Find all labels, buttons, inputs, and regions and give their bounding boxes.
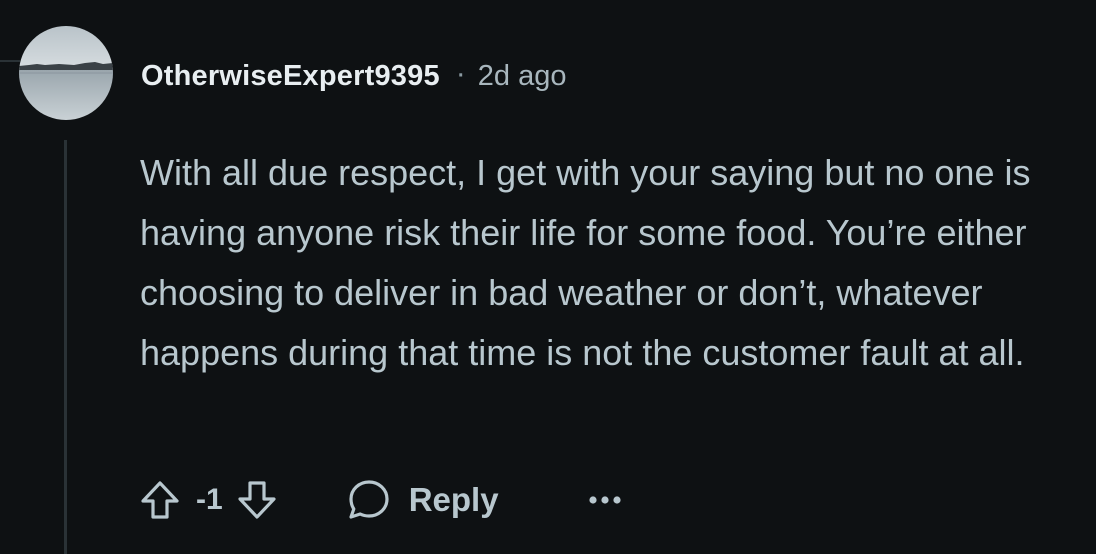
- arrow-down-outline-icon: [238, 481, 276, 519]
- upvote-button[interactable]: [138, 478, 182, 522]
- comment-actions: -1 Reply: [138, 474, 623, 526]
- vote-count: -1: [196, 483, 223, 516]
- speech-bubble-icon: [349, 480, 389, 519]
- more-options-button[interactable]: [587, 494, 623, 506]
- lake-landscape-avatar-image: [19, 26, 113, 120]
- username-link[interactable]: OtherwiseExpert9395: [141, 60, 440, 93]
- reply-button[interactable]: Reply: [345, 476, 499, 524]
- comment-age: 2d ago: [477, 59, 567, 92]
- arrow-up-outline-icon: [141, 481, 179, 519]
- avatar[interactable]: [19, 26, 113, 120]
- downvote-button[interactable]: [235, 478, 279, 522]
- thread-line[interactable]: [64, 140, 67, 554]
- comment-body: With all due respect, I get with your sa…: [140, 152, 1031, 373]
- thread-connector-line: [0, 60, 20, 62]
- ellipsis-icon: [588, 496, 621, 504]
- meta-separator: ·: [455, 57, 466, 90]
- comment-header: OtherwiseExpert9395 · 2d ago: [141, 54, 567, 98]
- reply-label: Reply: [408, 481, 499, 518]
